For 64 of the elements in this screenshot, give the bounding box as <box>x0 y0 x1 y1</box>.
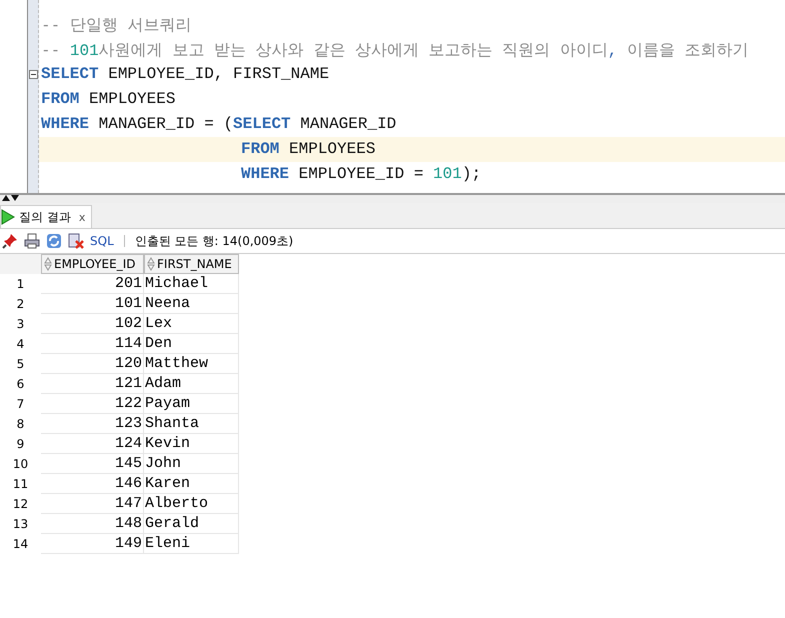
table-cell: 148 <box>41 514 144 534</box>
code-line: SELECT EMPLOYEE_ID, FIRST_NAME <box>40 64 330 85</box>
code-line: FROM EMPLOYEES <box>40 89 176 110</box>
table-cell: 147 <box>41 494 144 514</box>
code-line: -- 단일행 서브쿼리 <box>40 14 193 36</box>
table-cell: Den <box>144 334 239 354</box>
play-icon <box>1 209 15 225</box>
row-number: 9 <box>16 436 26 453</box>
code-line: WHERE EMPLOYEE_ID = 101); <box>240 164 482 185</box>
table-cell: 124 <box>41 434 144 454</box>
sql-link[interactable]: SQL <box>90 234 114 248</box>
row-number: 1 <box>16 276 26 293</box>
table-cell: 102 <box>41 314 144 334</box>
row-number: 12 <box>12 496 30 513</box>
table-cell: 146 <box>41 474 144 494</box>
column-header[interactable]: EMPLOYEE_ID <box>41 254 144 274</box>
row-number: 8 <box>16 416 26 433</box>
code-line: -- 101사원에게 보고 받는 상사와 같은 상사에게 보고하는 직원의 아이디, 이름을 조회하기 <box>40 39 750 62</box>
close-icon[interactable]: x <box>78 210 86 224</box>
row-number: 3 <box>16 316 26 333</box>
table-cell: Adam <box>144 374 239 394</box>
table-cell: Michael <box>144 274 239 294</box>
result-tab[interactable]: 질의 결과 x <box>0 205 92 228</box>
row-number: 14 <box>12 536 30 553</box>
collapse-icon[interactable] <box>28 70 38 79</box>
table-cell: Eleni <box>144 534 239 554</box>
row-number: 13 <box>12 516 30 533</box>
refresh-icon[interactable] <box>46 233 62 249</box>
table-cell: 145 <box>41 454 144 474</box>
table-cell: Payam <box>144 394 239 414</box>
row-number: 10 <box>12 456 30 473</box>
sort-icon <box>44 257 52 271</box>
table-cell: 149 <box>41 534 144 554</box>
column-header[interactable]: FIRST_NAME <box>144 254 239 274</box>
table-cell: John <box>144 454 239 474</box>
code-line: WHERE MANAGER_ID = (SELECT MANAGER_ID <box>40 114 398 135</box>
table-cell: Kevin <box>144 434 239 454</box>
table-cell: 101 <box>41 294 144 314</box>
table-cell: Alberto <box>144 494 239 514</box>
table-cell: Karen <box>144 474 239 494</box>
pin-icon[interactable] <box>2 233 18 249</box>
table-cell: Matthew <box>144 354 239 374</box>
row-number: 2 <box>16 296 26 313</box>
table-cell: 114 <box>41 334 144 354</box>
table-cell: 201 <box>41 274 144 294</box>
table-cell: Shanta <box>144 414 239 434</box>
table-cell: Neena <box>144 294 239 314</box>
table-cell: Gerald <box>144 514 239 534</box>
row-number: 7 <box>16 396 26 413</box>
row-number: 4 <box>16 336 26 353</box>
table-cell: 120 <box>41 354 144 374</box>
row-number: 11 <box>12 476 30 493</box>
splitter-arrows-icon[interactable] <box>2 195 20 202</box>
table-cell: 121 <box>41 374 144 394</box>
print-icon[interactable] <box>24 233 40 249</box>
row-number: 6 <box>16 376 26 393</box>
clear-icon[interactable] <box>68 233 84 249</box>
status-text: 인출된 모든 행: 14(0,009초) <box>134 232 294 250</box>
corner-header <box>0 254 41 274</box>
table-cell: 122 <box>41 394 144 414</box>
table-cell: Lex <box>144 314 239 334</box>
row-number: 5 <box>16 356 26 373</box>
table-cell: 123 <box>41 414 144 434</box>
sort-icon <box>147 257 155 271</box>
